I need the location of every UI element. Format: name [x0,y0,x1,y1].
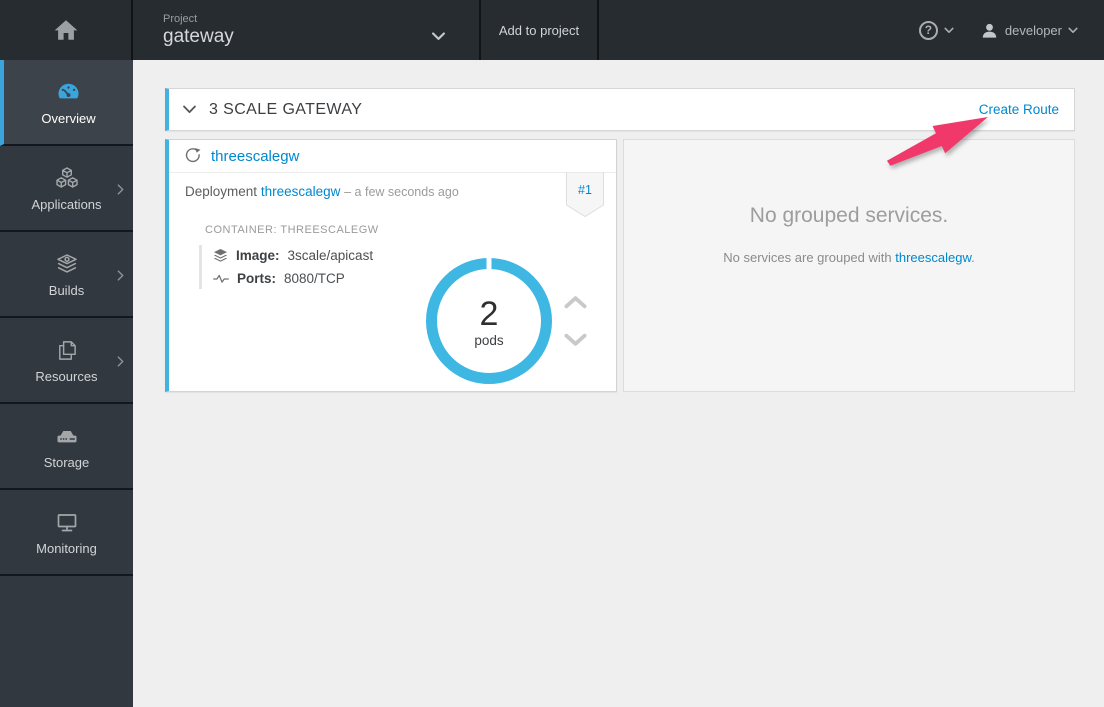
chevron-right-icon [117,268,124,286]
home-button[interactable] [0,0,133,60]
image-value: 3scale/apicast [287,248,374,263]
service-group-header: 3 SCALE GATEWAY Create Route [165,88,1075,131]
image-row: Image: 3scale/apicast [213,248,373,263]
service-name-link[interactable]: threescalegw [895,250,971,265]
chevron-down-icon [564,333,587,346]
project-label: Project [163,12,198,25]
container-details: Image: 3scale/apicast Ports: 8080/TCP [199,245,373,289]
cubes-icon [54,164,80,190]
overview-cards-row: threescalegw Deployment threescalegw – a… [165,139,1075,392]
sidebar-item-label: Applications [31,197,102,212]
sidebar-item-label: Overview [41,111,96,126]
collapse-chevron-icon[interactable] [183,105,196,114]
user-menu[interactable]: developer [980,21,1078,40]
sidebar-item-label: Builds [48,283,85,298]
deployment-card: threescalegw Deployment threescalegw – a… [165,139,617,392]
chevron-down-icon [432,28,445,46]
deployment-title-link[interactable]: threescalegw [211,148,299,165]
dashboard-icon [56,78,81,104]
overview-page: 3 SCALE GATEWAY Create Route threescaleg… [133,60,1104,707]
scale-up-button[interactable] [564,295,587,314]
layers-icon [213,248,228,262]
sidebar-item-overview[interactable]: Overview [0,60,133,146]
sidebar-item-label: Storage [43,455,90,470]
ports-value: 8080/TCP [284,271,345,286]
pod-count-donut[interactable]: 2 pods [426,256,552,384]
ports-label: Ports: [237,271,277,286]
create-route-link[interactable]: Create Route [979,102,1059,117]
storage-icon [54,422,80,448]
sidebar-item-label: Resources [35,369,98,384]
sidebar-nav: Overview Applications Builds Resources S… [0,60,133,707]
deployment-name-link[interactable]: threescalegw [261,184,341,199]
deployment-card-body: Deployment threescalegw – a few seconds … [169,172,616,392]
chevron-right-icon [117,354,124,372]
grouped-services-panel: No grouped services. No services are gro… [623,139,1075,392]
project-name: gateway [163,25,234,47]
deployment-config-icon [185,148,201,163]
no-grouped-services-message: No services are grouped with threescaleg… [723,250,975,265]
home-icon [54,20,77,40]
chevron-right-icon [117,182,124,200]
deployment-card-title-row: threescalegw [169,140,616,173]
deployment-kind-label: Deployment [185,184,258,199]
add-to-project-button[interactable]: Add to project [481,0,599,60]
chevron-down-icon [1068,27,1078,33]
message-prefix: No services are grouped with [723,250,896,265]
sidebar-item-resources[interactable]: Resources [0,318,133,404]
pod-unit-label: pods [474,332,504,348]
masthead: Project gateway Add to project ? develop… [0,0,1104,60]
sidebar-item-storage[interactable]: Storage [0,404,133,490]
no-grouped-services-title: No grouped services. [749,204,949,227]
deployment-summary-line: Deployment threescalegw – a few seconds … [185,184,459,199]
pod-count: 2 [479,294,499,333]
ports-row: Ports: 8080/TCP [213,271,373,286]
group-title: 3 SCALE GATEWAY [209,100,363,118]
revision-badge: #1 [566,172,604,218]
username: developer [1004,22,1062,38]
builds-icon [55,250,79,276]
scale-down-button[interactable] [564,333,587,352]
container-label: CONTAINER: THREESCALEGW [205,224,379,236]
resources-icon [55,336,78,362]
message-suffix: . [971,250,975,265]
monitoring-icon [55,508,79,534]
masthead-spacer [599,0,919,60]
project-selector[interactable]: Project gateway [133,0,481,60]
sidebar-item-builds[interactable]: Builds [0,232,133,318]
sidebar-item-label: Monitoring [36,541,97,556]
help-icon: ? [918,20,938,40]
chevron-up-icon [564,296,587,309]
deployment-age: – a few seconds ago [344,185,459,199]
sidebar-item-applications[interactable]: Applications [0,146,133,232]
masthead-utilities: ? developer [918,0,1104,60]
help-menu[interactable]: ? [918,20,954,40]
pulse-icon [213,274,229,283]
svg-text:#1: #1 [578,183,592,197]
user-icon [982,23,997,38]
chevron-down-icon [944,27,954,33]
image-label: Image: [236,248,280,263]
donut-notch [486,256,492,270]
sidebar-item-monitoring[interactable]: Monitoring [0,490,133,576]
